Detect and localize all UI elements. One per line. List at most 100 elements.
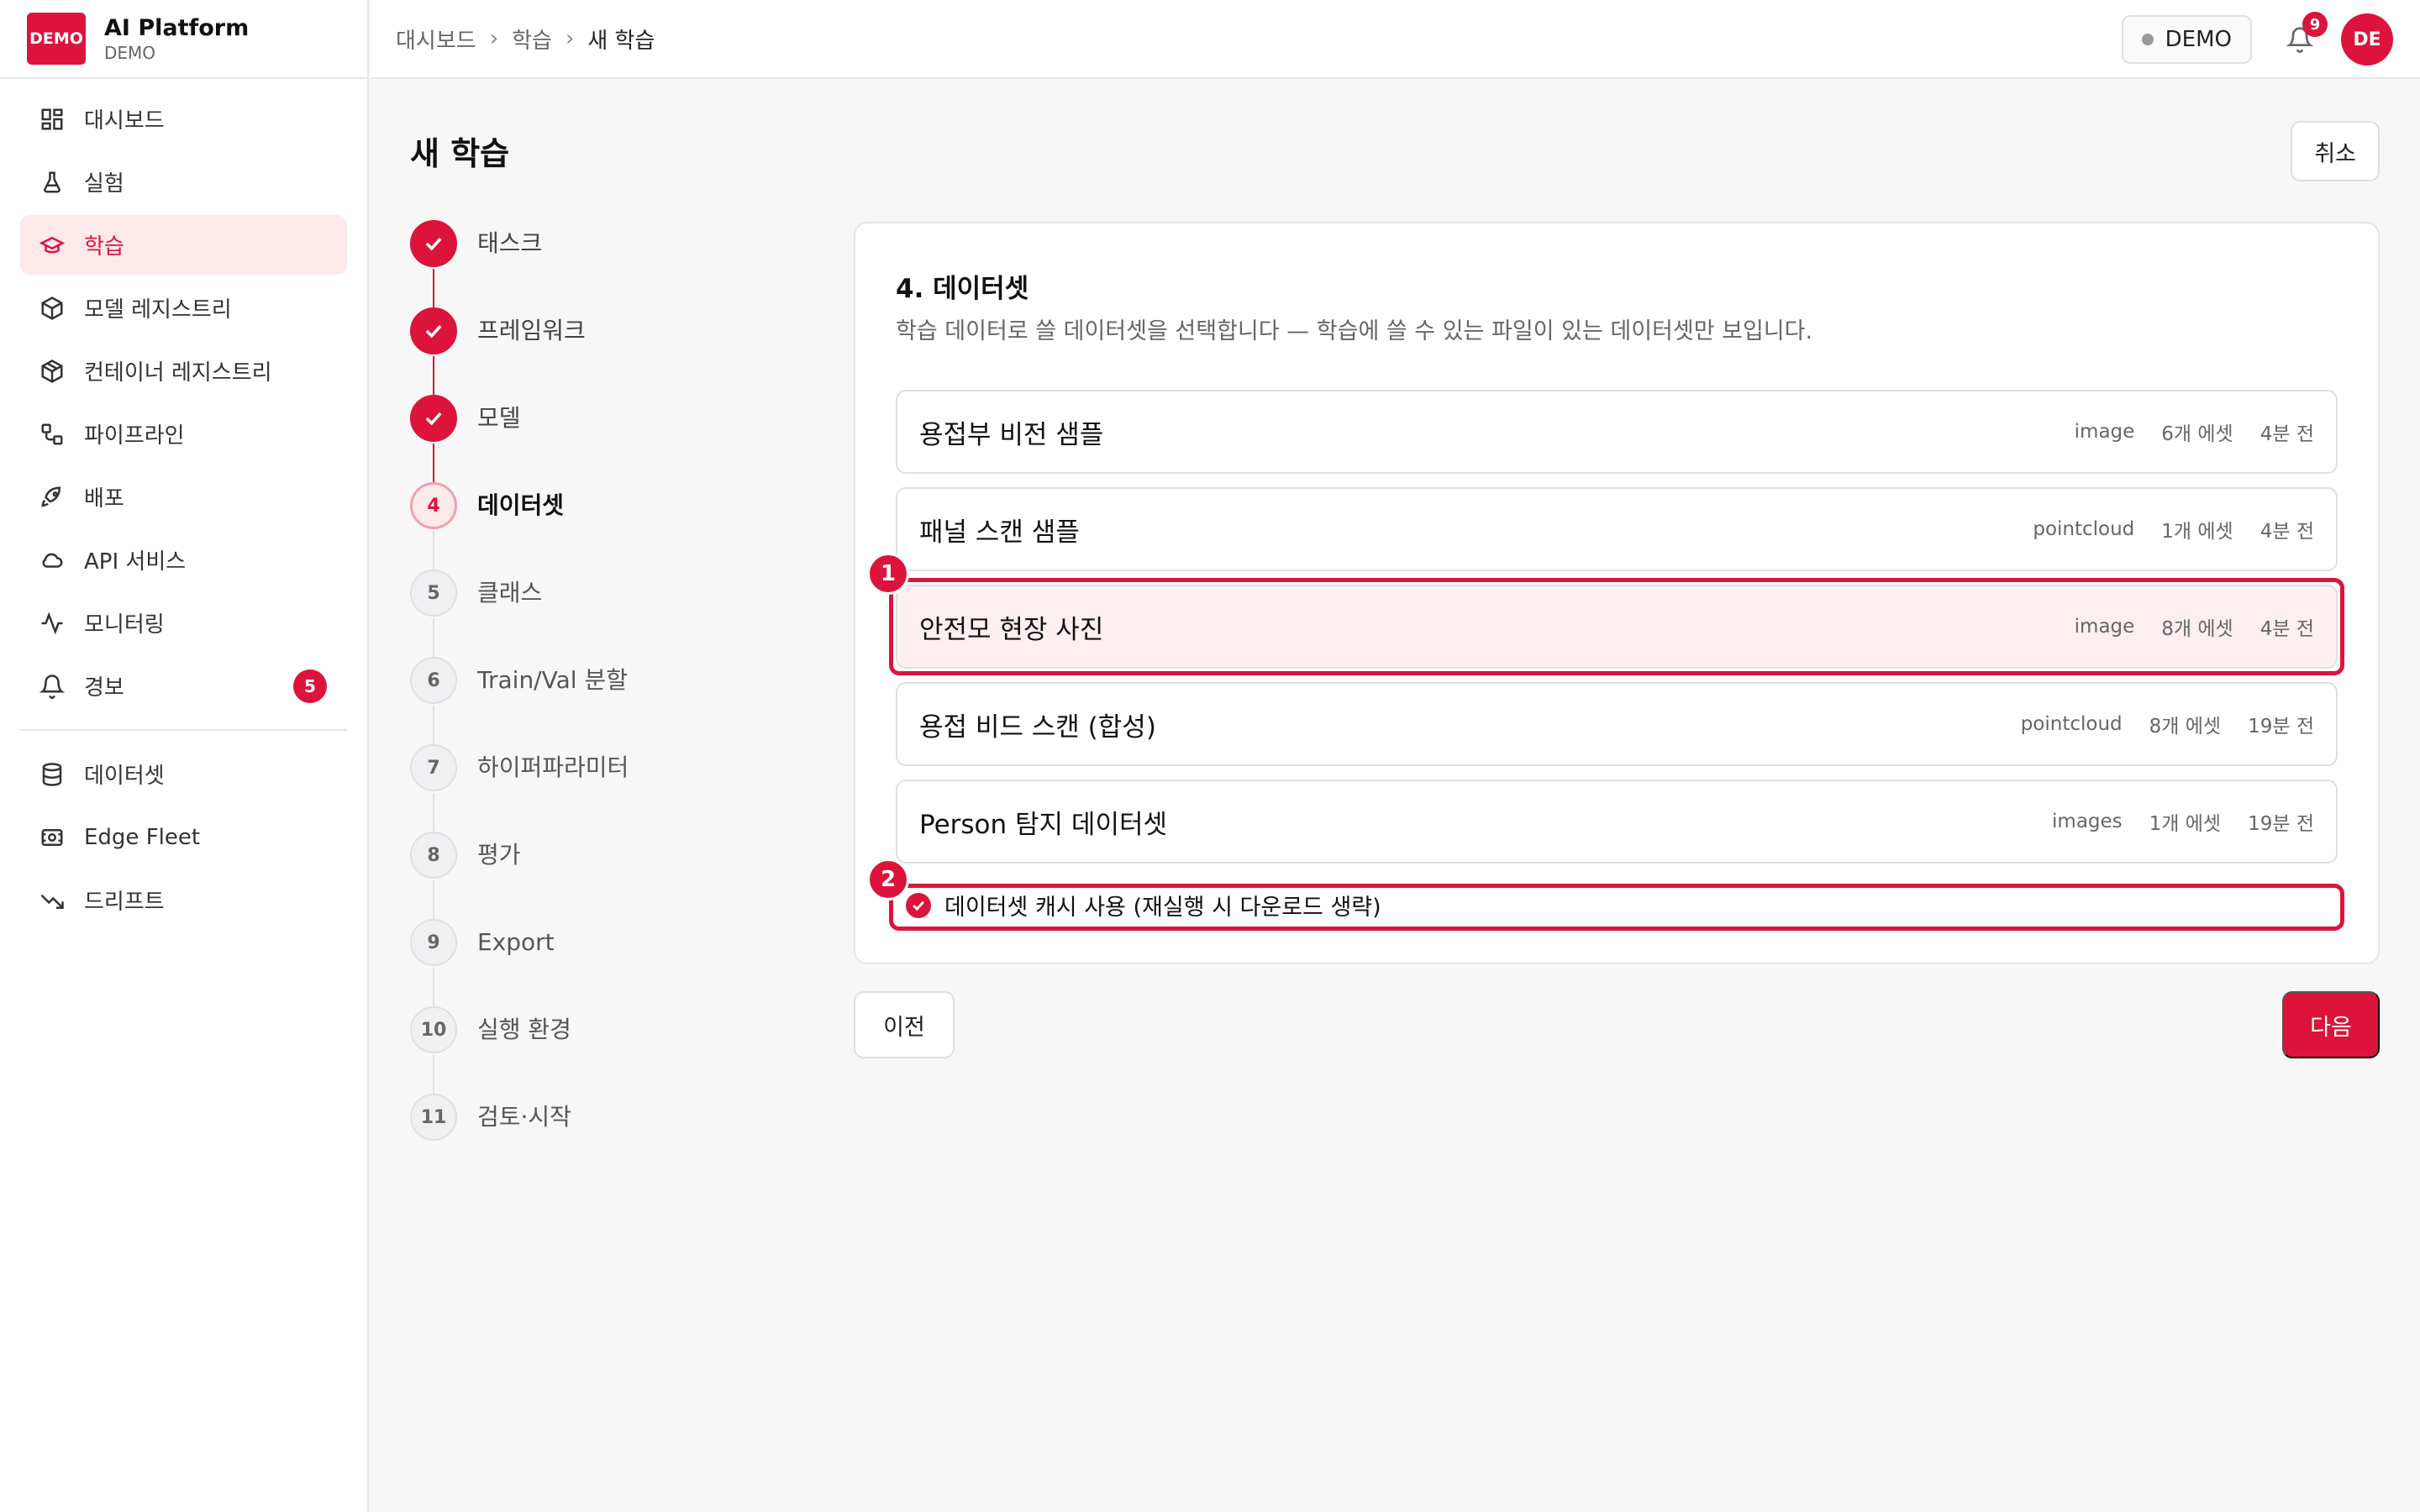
- highlight-box: [889, 578, 2344, 675]
- dataset-name: Person 탐지 데이터셋: [919, 809, 1167, 840]
- step-number: 10: [410, 1006, 457, 1053]
- cube-icon: [39, 295, 66, 322]
- sidebar-item-label: Edge Fleet: [84, 824, 201, 850]
- step-connector: [433, 880, 434, 919]
- step-task[interactable]: 태스크: [410, 220, 679, 307]
- notifications-button[interactable]: 9: [2279, 12, 2328, 60]
- dataset-cache-option[interactable]: 데이터셋 캐시 사용 (재실행 시 다운로드 생략): [906, 889, 1381, 921]
- breadcrumb-training[interactable]: 학습: [512, 24, 552, 55]
- sidebar-item-datasets[interactable]: 데이터셋: [20, 744, 347, 804]
- dataset-updated-time: 4분 전: [2260, 521, 2314, 543]
- step-connector: [433, 618, 434, 657]
- dataset-updated-time: 4분 전: [2260, 423, 2314, 445]
- sidebar-item-label: API 서비스: [84, 549, 187, 575]
- step-dataset[interactable]: 4 데이터셋: [410, 482, 679, 570]
- sidebar-item-api-service[interactable]: API 서비스: [20, 530, 347, 590]
- rocket-icon: [39, 484, 66, 511]
- sidebar-item-dashboard[interactable]: 대시보드: [20, 89, 347, 149]
- environment-label: DEMO: [2165, 27, 2232, 52]
- status-dot-icon: [2141, 34, 2154, 45]
- sidebar-item-label: 경보: [84, 675, 124, 701]
- sidebar-item-training[interactable]: 학습: [20, 215, 347, 275]
- step-runtime[interactable]: 10 실행 환경: [410, 1006, 679, 1094]
- chevron-right-icon: ›: [565, 26, 575, 51]
- step-label: 태스크: [477, 229, 543, 257]
- step-connector: [433, 269, 434, 307]
- sidebar-divider: [20, 729, 347, 731]
- step-label: Export: [477, 928, 555, 956]
- brand-title: AI Platform: [104, 14, 250, 41]
- step-train-val-split[interactable]: 6 Train/Val 분할: [410, 657, 679, 744]
- sidebar-item-monitoring[interactable]: 모니터링: [20, 593, 347, 653]
- container-icon: [39, 358, 66, 385]
- sidebar-item-edge-fleet[interactable]: Edge Fleet: [20, 807, 347, 867]
- step-export[interactable]: 9 Export: [410, 919, 679, 1006]
- sidebar-item-container-registry[interactable]: 컨테이너 레지스트리: [20, 341, 347, 401]
- database-icon: [39, 761, 66, 788]
- check-icon: [913, 900, 924, 911]
- dataset-option[interactable]: 패널 스캔 샘플 pointcloud 1개 에셋 4분 전: [896, 487, 2338, 571]
- environment-selector[interactable]: DEMO: [2121, 15, 2252, 64]
- step-framework[interactable]: 프레임워크: [410, 307, 679, 395]
- sidebar-item-pipeline[interactable]: 파이프라인: [20, 404, 347, 464]
- alerts-count-badge: 5: [293, 669, 327, 703]
- dataset-name: 용접부 비전 샘플: [919, 419, 1104, 450]
- step-evaluation[interactable]: 8 평가: [410, 832, 679, 919]
- dataset-type: image: [2074, 421, 2135, 443]
- trend-down-icon: [39, 887, 66, 914]
- brand-logo: DEMO: [27, 13, 86, 65]
- dataset-asset-count: 1개 에셋: [2149, 813, 2222, 835]
- activity-icon: [39, 610, 66, 637]
- brand[interactable]: DEMO AI Platform DEMO: [0, 0, 367, 79]
- cancel-button[interactable]: 취소: [2291, 121, 2380, 181]
- step-review-start[interactable]: 11 검토·시작: [410, 1094, 679, 1181]
- step-classes[interactable]: 5 클래스: [410, 570, 679, 657]
- edge-device-icon: [39, 824, 66, 851]
- dataset-updated-time: 19분 전: [2248, 716, 2314, 738]
- dataset-type: pointcloud: [2020, 713, 2123, 735]
- step-description: 학습 데이터로 쓸 데이터셋을 선택합니다 — 학습에 쓸 수 있는 파일이 있…: [896, 318, 1813, 344]
- sidebar-item-model-registry[interactable]: 모델 레지스트리: [20, 278, 347, 338]
- step-label: 클래스: [477, 579, 543, 606]
- pipeline-icon: [39, 421, 66, 448]
- sidebar-item-alerts[interactable]: 경보 5: [20, 656, 347, 716]
- step-hyperparameters[interactable]: 7 하이퍼파라미터: [410, 744, 679, 832]
- sidebar-item-label: 배포: [84, 486, 124, 512]
- dataset-option[interactable]: 용접부 비전 샘플 image 6개 에셋 4분 전: [896, 390, 2338, 474]
- next-button[interactable]: 다음: [2282, 991, 2380, 1058]
- step-connector: [433, 531, 434, 570]
- sidebar-item-label: 대시보드: [84, 108, 165, 134]
- step-model[interactable]: 모델: [410, 395, 679, 482]
- sidebar-item-label: 파이프라인: [84, 423, 185, 449]
- previous-button[interactable]: 이전: [854, 991, 955, 1058]
- dataset-step-card: 4. 데이터셋 학습 데이터로 쓸 데이터셋을 선택합니다 — 학습에 쓸 수 …: [854, 222, 2380, 964]
- step-label: 프레임워크: [477, 317, 586, 344]
- sidebar-item-label: 학습: [84, 234, 124, 260]
- dataset-cache-label: 데이터셋 캐시 사용 (재실행 시 다운로드 생략): [944, 895, 1381, 921]
- step-connector: [433, 706, 434, 744]
- avatar[interactable]: DE: [2341, 13, 2393, 66]
- dataset-option[interactable]: 용접 비드 스캔 (합성) pointcloud 8개 에셋 19분 전: [896, 682, 2338, 766]
- sidebar-item-experiments[interactable]: 실험: [20, 152, 347, 212]
- dataset-type: pointcloud: [2033, 518, 2135, 540]
- dashboard-icon: [39, 106, 66, 133]
- dataset-cache-checkbox[interactable]: [906, 892, 931, 918]
- sidebar-item-deploy[interactable]: 배포: [20, 467, 347, 527]
- step-number: 11: [410, 1094, 457, 1141]
- topbar: 대시보드 › 학습 › 새 학습 DEMO 9 DE: [371, 0, 2420, 79]
- brand-subtitle: DEMO: [104, 42, 156, 63]
- dataset-name: 용접 비드 스캔 (합성): [919, 711, 1156, 743]
- sidebar-item-drift[interactable]: 드리프트: [20, 870, 347, 930]
- step-check-icon: [410, 395, 457, 442]
- step-label: Train/Val 분할: [477, 666, 628, 694]
- step-check-icon: [410, 220, 457, 267]
- step-label: 평가: [477, 841, 521, 869]
- step-number: 6: [410, 657, 457, 704]
- step-number: 9: [410, 919, 457, 966]
- dataset-name: 패널 스캔 샘플: [919, 517, 1080, 548]
- step-label: 검토·시작: [477, 1103, 571, 1131]
- page-title: 새 학습: [410, 135, 510, 172]
- breadcrumb-dashboard[interactable]: 대시보드: [396, 24, 476, 55]
- dataset-option[interactable]: Person 탐지 데이터셋 images 1개 에셋 19분 전: [896, 780, 2338, 864]
- bell-icon: [39, 673, 66, 700]
